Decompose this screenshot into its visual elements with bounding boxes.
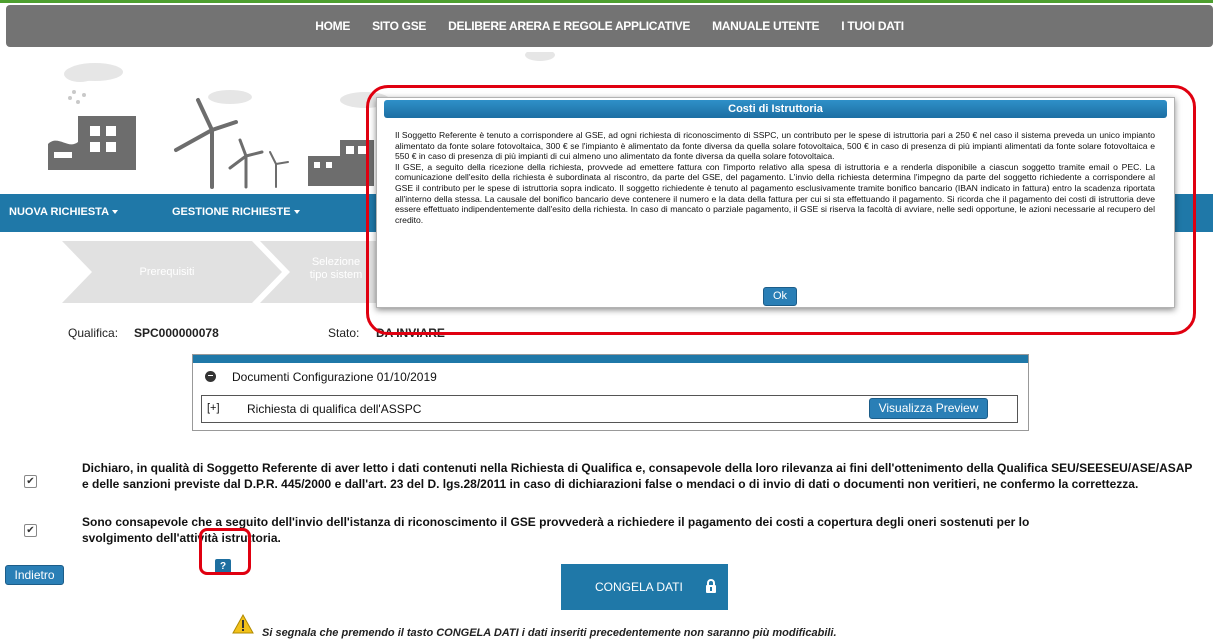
documents-header[interactable]: Documenti Configurazione 01/10/2019 [232, 370, 437, 384]
document-title: Richiesta di qualifica dell'ASSPC [247, 402, 422, 416]
nav-home-link[interactable]: HOME [315, 19, 350, 33]
lock-icon [706, 579, 716, 593]
highlight-modal-outline [366, 85, 1196, 335]
gestione-richieste-label: GESTIONE RICHIESTE [172, 206, 291, 218]
document-row: [+] Richiesta di qualifica dell'ASSPC Vi… [201, 395, 1018, 423]
chevron-down-icon [112, 210, 119, 215]
congela-dati-button[interactable]: CONGELA DATI [561, 564, 728, 610]
top-accent-strip [0, 0, 1213, 3]
step-selezione-line2: tipo sistem [309, 269, 363, 281]
expand-toggle[interactable]: [+] [207, 402, 220, 414]
chevron-down-icon [293, 210, 300, 215]
top-navigation: HOME SITO GSE DELIBERE ARERA E REGOLE AP… [6, 5, 1213, 47]
nav-sito-gse-link[interactable]: SITO GSE [372, 19, 426, 33]
step-prerequisiti[interactable]: Prerequisiti [112, 266, 222, 278]
step-selezione-line1: Selezione [311, 256, 361, 268]
declaration-text-1: Dichiaro, in qualità di Soggetto Referen… [82, 461, 1193, 491]
qualifica-value: SPC000000078 [134, 326, 219, 340]
stato-label: Stato: [328, 326, 360, 340]
congela-dati-label: CONGELA DATI [595, 580, 683, 594]
warning-text: Si segnala che premendo il tasto CONGELA… [262, 627, 837, 639]
nuova-richiesta-menu[interactable]: NUOVA RICHIESTA [9, 206, 119, 218]
highlight-help-outline [199, 528, 251, 575]
nav-tuoi-dati-link[interactable]: I TUOI DATI [841, 19, 904, 33]
warning-icon [232, 614, 254, 634]
gestione-richieste-menu[interactable]: GESTIONE RICHIESTE [172, 206, 300, 218]
collapse-icon[interactable]: – [205, 371, 216, 382]
indietro-button[interactable]: Indietro [5, 565, 64, 585]
step-selezione[interactable]: Selezione tipo sistem [296, 256, 376, 282]
declaration-checkbox-2[interactable]: ✔ [24, 524, 37, 537]
nav-manuale-link[interactable]: MANUALE UTENTE [712, 19, 819, 33]
documents-panel: – Documenti Configurazione 01/10/2019 [+… [192, 354, 1029, 431]
declaration-checkbox-1[interactable]: ✔ [24, 475, 37, 488]
documents-panel-bar [193, 355, 1028, 363]
nav-delibere-link[interactable]: DELIBERE ARERA E REGOLE APPLICATIVE [448, 19, 690, 33]
qualifica-label: Qualifica: [68, 326, 119, 340]
nuova-richiesta-label: NUOVA RICHIESTA [9, 206, 110, 218]
visualizza-preview-button[interactable]: Visualizza Preview [869, 398, 988, 419]
